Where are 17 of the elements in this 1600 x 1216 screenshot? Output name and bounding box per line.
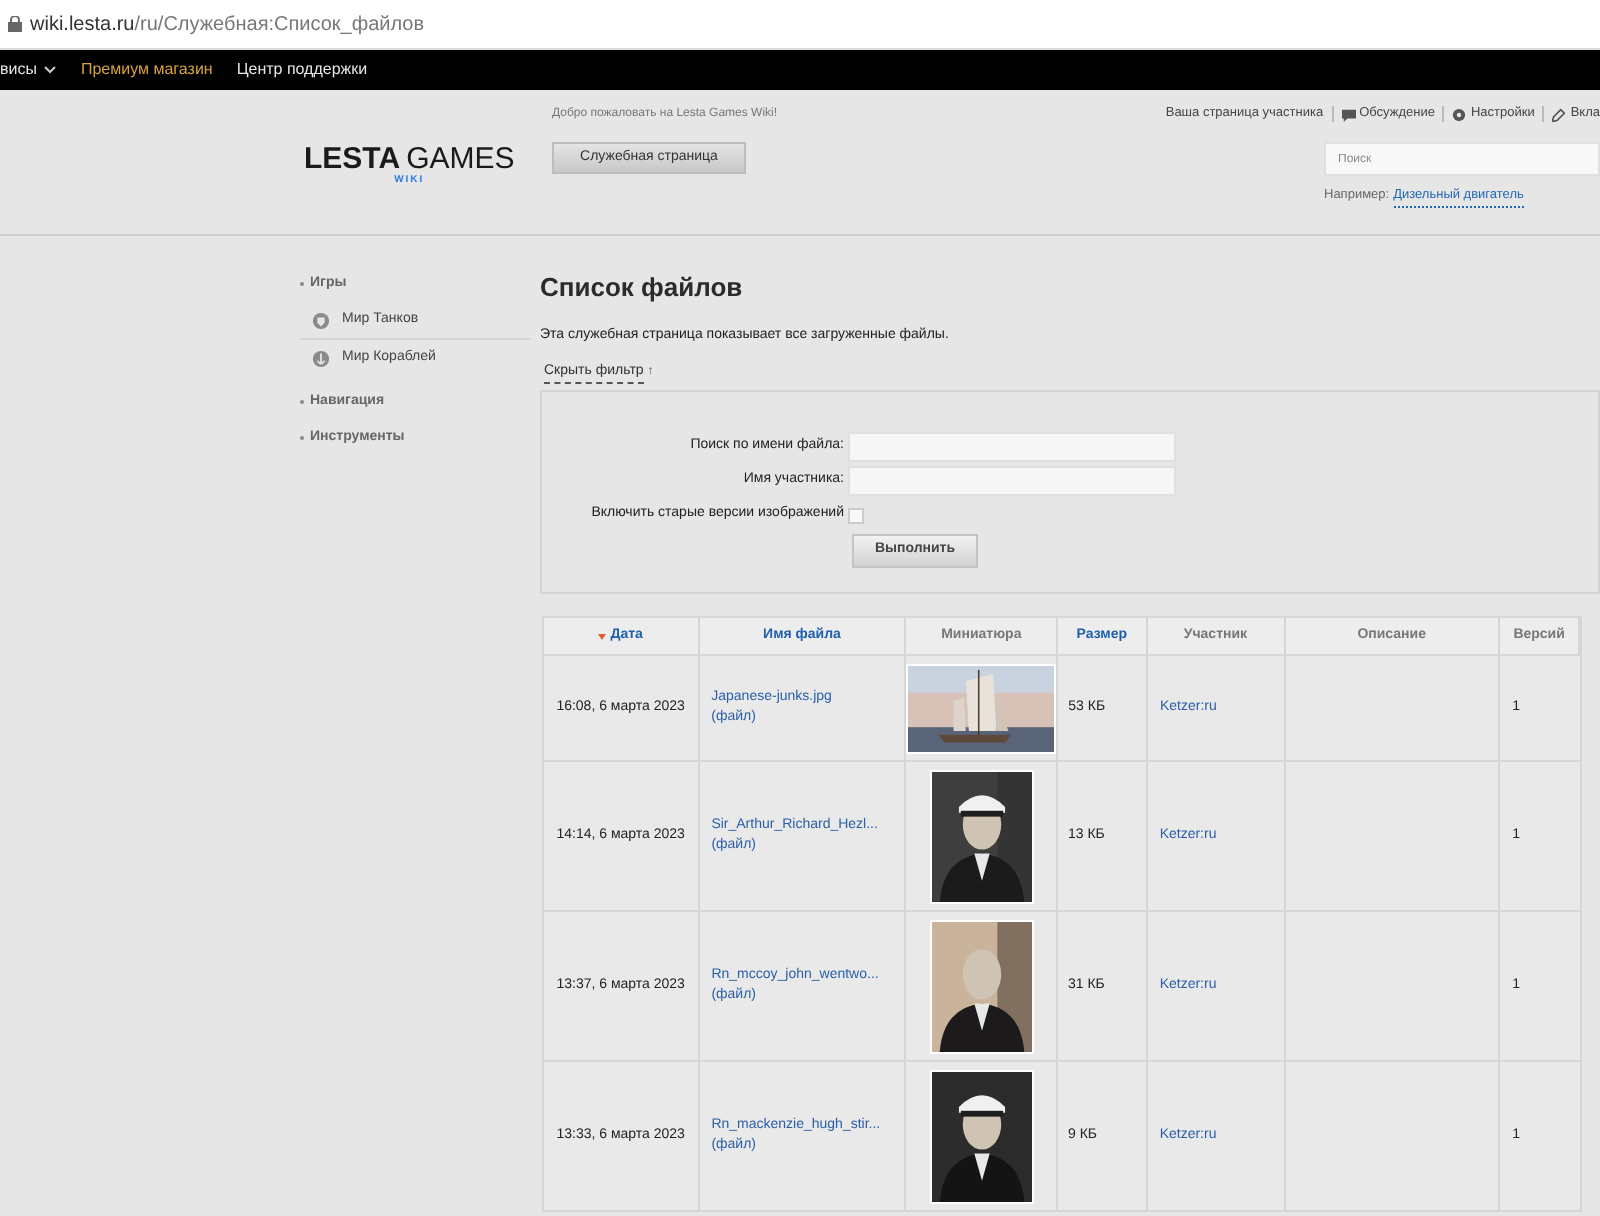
- logo-text: GAMES: [406, 143, 515, 174]
- url-text: wiki.lesta.ru/ru/Служебная:Список_файлов: [30, 11, 425, 39]
- pencil-icon: [1552, 107, 1567, 121]
- nav-link[interactable]: висы: [0, 58, 57, 82]
- chevron-down-icon: [44, 66, 57, 74]
- page-title: Список файлов: [540, 274, 745, 300]
- anchor-emblem-icon: [312, 350, 330, 368]
- checkbox[interactable]: [848, 507, 864, 523]
- shield-emblem-icon: [312, 311, 330, 329]
- settings-icon: [1452, 107, 1467, 121]
- address-bar[interactable]: wiki.lesta.ru/ru/Служебная:Список_файлов: [0, 0, 1600, 50]
- nav-link[interactable]: Центр поддержки: [236, 58, 368, 82]
- logo-text: LESTA: [304, 143, 401, 174]
- sort-arrow-icon: [598, 633, 607, 639]
- speech-bubble-icon: [1341, 107, 1356, 121]
- lock-icon: [8, 16, 22, 32]
- nav-link[interactable]: Премиум магазин: [80, 58, 213, 82]
